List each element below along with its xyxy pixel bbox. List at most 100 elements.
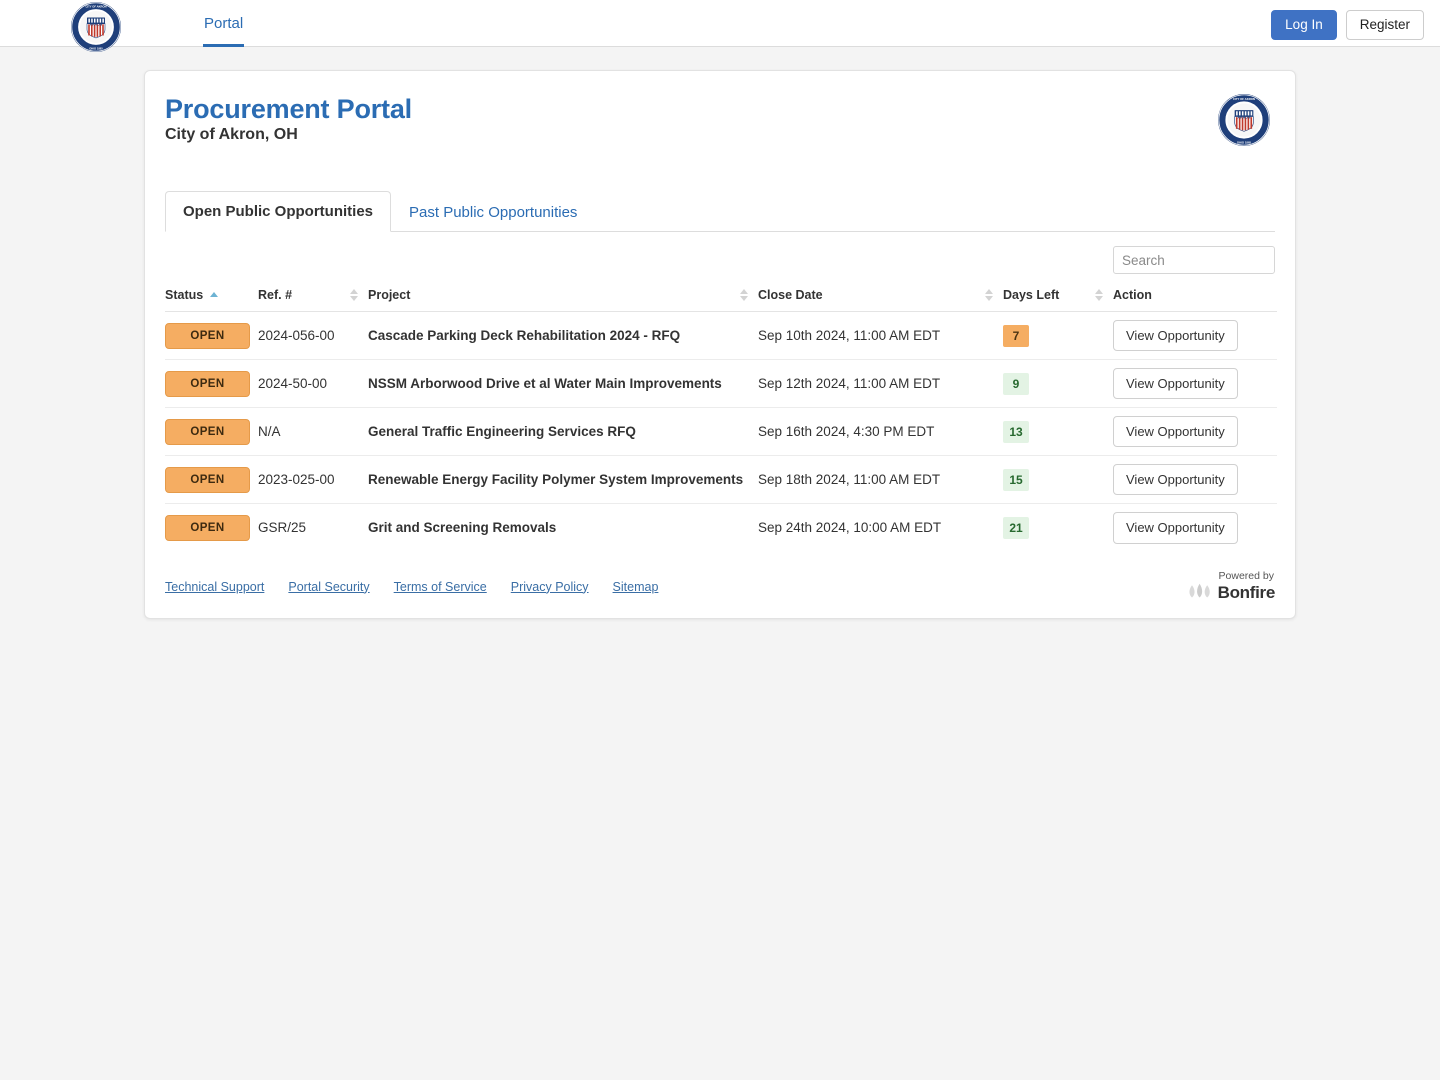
cell-project: Renewable Energy Facility Polymer System…	[368, 455, 758, 504]
cell-close-date: Sep 18th 2024, 11:00 AM EDT	[758, 455, 1003, 504]
cell-close-date: Sep 12th 2024, 11:00 AM EDT	[758, 359, 1003, 408]
page-title: Procurement Portal	[165, 94, 412, 124]
cell-project: NSSM Arborwood Drive et al Water Main Im…	[368, 359, 758, 408]
view-opportunity-button[interactable]: View Opportunity	[1113, 367, 1238, 400]
svg-text:AKRON: AKRON	[90, 23, 103, 27]
opportunities-table-body: OPEN 2024-056-00 Cascade Parking Deck Re…	[165, 311, 1277, 552]
cell-ref: N/A	[258, 407, 368, 456]
column-label-project: Project	[368, 288, 411, 302]
view-opportunity-button[interactable]: View Opportunity	[1113, 319, 1238, 352]
sort-toggle-icon[interactable]	[985, 289, 994, 301]
cell-status: OPEN	[165, 504, 258, 552]
cell-ref: 2024-056-00	[258, 311, 368, 360]
top-navigation-bar: AKRON CITY OF AKRON OHIO 1865 Portal Log…	[0, 0, 1440, 52]
cell-action: View Opportunity	[1113, 504, 1277, 552]
column-header-action: Action	[1113, 282, 1277, 312]
footer-link-technical-support[interactable]: Technical Support	[165, 580, 264, 594]
footer-links: Technical Support Portal Security Terms …	[165, 580, 658, 594]
footer-link-portal-security[interactable]: Portal Security	[288, 580, 369, 594]
powered-by-bonfire: Powered by Bonfire	[1188, 570, 1275, 603]
column-label-close-date: Close Date	[758, 288, 823, 302]
days-left-badge: 21	[1003, 516, 1029, 539]
cell-action: View Opportunity	[1113, 455, 1277, 504]
status-badge: OPEN	[165, 514, 250, 541]
log-in-button[interactable]: Log In	[1271, 10, 1337, 40]
status-badge: OPEN	[165, 370, 250, 397]
table-row[interactable]: OPEN GSR/25 Grit and Screening Removals …	[165, 504, 1277, 552]
cell-close-date: Sep 24th 2024, 10:00 AM EDT	[758, 520, 942, 536]
sort-toggle-icon[interactable]	[350, 289, 359, 301]
cell-status: OPEN	[165, 311, 258, 360]
column-header-close-date[interactable]: Close Date	[758, 282, 1003, 312]
bonfire-flame-icon	[1188, 583, 1212, 603]
procurement-portal-card: Procurement Portal City of Akron, OH AKR…	[144, 70, 1296, 619]
column-label-days-left: Days Left	[1003, 288, 1060, 302]
cell-action: View Opportunity	[1113, 359, 1277, 408]
card-footer: Technical Support Portal Security Terms …	[165, 552, 1275, 618]
cell-status: OPEN	[165, 359, 258, 408]
days-left-badge: 9	[1003, 372, 1029, 395]
auth-actions: Log In Register	[1271, 10, 1424, 40]
days-left-badge: 7	[1003, 324, 1029, 347]
cell-ref: 2023-025-00	[258, 455, 368, 504]
status-badge: OPEN	[165, 322, 250, 349]
cell-days-left: 7	[1003, 311, 1113, 360]
cell-project: Grit and Screening Removals	[368, 520, 557, 536]
days-left-badge: 15	[1003, 468, 1029, 491]
opportunities-table: Status Ref. # Project Close Date Days Le…	[165, 282, 1277, 552]
cell-project: General Traffic Engineering Services RFQ	[368, 407, 758, 456]
column-header-ref[interactable]: Ref. #	[258, 282, 368, 312]
footer-link-privacy-policy[interactable]: Privacy Policy	[511, 580, 589, 594]
tab-open-public-opportunities[interactable]: Open Public Opportunities	[165, 191, 392, 232]
table-header-row: Status Ref. # Project Close Date Days Le…	[165, 282, 1277, 312]
column-label-action: Action	[1113, 288, 1152, 302]
table-row[interactable]: OPEN 2024-056-00 Cascade Parking Deck Re…	[165, 311, 1277, 360]
cell-days-left: 15	[1003, 455, 1113, 504]
status-badge: OPEN	[165, 466, 250, 493]
cell-status: OPEN	[165, 455, 258, 504]
card-header: Procurement Portal City of Akron, OH AKR…	[165, 71, 1275, 161]
svg-text:CITY OF AKRON: CITY OF AKRON	[85, 5, 106, 9]
column-label-ref: Ref. #	[258, 288, 293, 302]
search-input[interactable]	[1113, 246, 1275, 274]
svg-text:CITY OF AKRON: CITY OF AKRON	[1233, 97, 1255, 101]
sort-toggle-icon[interactable]	[1095, 289, 1104, 301]
cell-project: Cascade Parking Deck Rehabilitation 2024…	[368, 311, 758, 360]
table-row[interactable]: OPEN 2023-025-00 Renewable Energy Facili…	[165, 455, 1277, 504]
sort-ascending-icon[interactable]	[210, 291, 219, 299]
column-header-status[interactable]: Status	[165, 282, 258, 312]
svg-text:OHIO 1865: OHIO 1865	[1237, 140, 1252, 144]
cell-action: View Opportunity	[1113, 311, 1277, 360]
cell-ref: 2024-50-00	[258, 359, 368, 408]
svg-text:OHIO 1865: OHIO 1865	[89, 47, 103, 51]
bonfire-wordmark: Bonfire	[1217, 582, 1276, 602]
footer-link-terms-of-service[interactable]: Terms of Service	[394, 580, 487, 594]
cell-action: View Opportunity	[1113, 407, 1277, 456]
table-row[interactable]: OPEN 2024-50-00 NSSM Arborwood Drive et …	[165, 359, 1277, 408]
column-label-status: Status	[165, 288, 204, 302]
tab-past-public-opportunities[interactable]: Past Public Opportunities	[391, 192, 595, 232]
cell-days-left: 13	[1003, 407, 1113, 456]
cell-close-date: Sep 16th 2024, 4:30 PM EDT	[758, 407, 1003, 456]
cell-days-left: 9	[1003, 359, 1113, 408]
sort-toggle-icon[interactable]	[740, 289, 749, 301]
column-header-project[interactable]: Project	[368, 282, 758, 312]
view-opportunity-button[interactable]: View Opportunity	[1113, 463, 1238, 496]
main-nav: Portal	[203, 0, 245, 47]
cell-close-date: Sep 10th 2024, 11:00 AM EDT	[758, 311, 1003, 360]
view-opportunity-button[interactable]: View Opportunity	[1113, 415, 1238, 448]
register-button[interactable]: Register	[1345, 10, 1424, 40]
column-header-days-left[interactable]: Days Left	[1003, 282, 1113, 312]
search-row	[165, 232, 1275, 282]
view-opportunity-button[interactable]: View Opportunity	[1113, 511, 1238, 544]
status-badge: OPEN	[165, 418, 250, 445]
akron-city-seal-icon: AKRON CITY OF AKRON OHIO 1865	[1217, 93, 1271, 147]
powered-by-label: Powered by	[1218, 569, 1274, 582]
footer-link-sitemap[interactable]: Sitemap	[613, 580, 659, 594]
akron-city-seal-icon: AKRON CITY OF AKRON OHIO 1865	[70, 1, 122, 53]
opportunity-tabs: Open Public Opportunities Past Public Op…	[165, 191, 1275, 232]
cell-days-left: 21	[1003, 504, 1113, 552]
table-row[interactable]: OPEN N/A General Traffic Engineering Ser…	[165, 407, 1277, 456]
nav-item-portal[interactable]: Portal	[203, 0, 245, 47]
cell-ref: GSR/25	[258, 520, 307, 536]
